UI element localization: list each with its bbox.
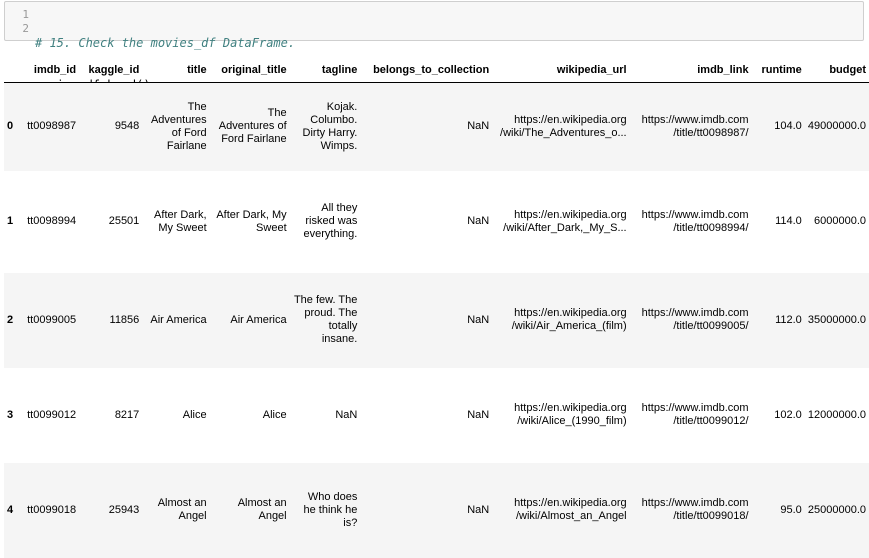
cell-imdb-link: https://www.imdb.com /title/tt0099012/ [641, 402, 749, 427]
row-index: 3 [7, 408, 14, 421]
column-header: wikipedia_url [492, 58, 630, 83]
cell-budget: 49000000.0 [807, 120, 866, 133]
cell-belongs-to-collection: NaN [467, 408, 490, 421]
cell-original-title: Alice [262, 408, 287, 421]
cell-original-title: The Adventures of Ford Fairlane [218, 107, 287, 146]
column-header: kaggle_id [79, 58, 143, 83]
row-index: 4 [7, 503, 14, 516]
column-header: original_title [209, 58, 290, 83]
cell-tagline: The few. The proud. The totally insane. [293, 294, 358, 345]
line-number-gutter: 1 2 [5, 2, 31, 40]
cell-kaggle-id: 25501 [108, 215, 140, 227]
cell-imdb-id: tt0099018 [27, 503, 77, 516]
column-header: runtime [751, 58, 805, 83]
cell-imdb-id: tt0099012 [27, 408, 77, 421]
code-comment-line: # 15. Check the movies_df DataFrame. [35, 36, 296, 50]
cell-title: After Dark, My Sweet [154, 208, 207, 234]
row-index: 0 [7, 120, 14, 133]
cell-original-title: After Dark, My Sweet [216, 208, 287, 234]
cell-wikipedia-url: https://en.wikipedia.org /wiki/The_Adven… [500, 113, 627, 139]
line-number: 2 [22, 22, 29, 35]
row-index: 2 [7, 313, 14, 326]
cell-runtime: 95.0 [780, 503, 802, 516]
cell-kaggle-id: 9548 [114, 120, 140, 133]
cell-title: Air America [150, 313, 207, 326]
cell-budget: 12000000.0 [807, 408, 866, 421]
column-header: budget [804, 58, 869, 83]
cell-wikipedia-url: https://en.wikipedia.org /wiki/Almost_an… [514, 497, 627, 522]
column-header: belongs_to_collection [360, 58, 493, 83]
cell-belongs-to-collection: NaN [467, 120, 490, 133]
table-row: 4 tt0099018 25943 Almost an Angel Almost… [4, 462, 869, 558]
cell-imdb-link: https://www.imdb.com /title/tt0099018/ [641, 497, 749, 522]
row-index: 1 [7, 215, 14, 227]
column-header: imdb_id [22, 58, 80, 83]
code-cell-input[interactable]: 1 2 # 15. Check the movies_df DataFrame.… [4, 1, 864, 92]
cell-imdb-id: tt0098994 [27, 215, 77, 227]
table-row: 3 tt0099012 8217 Alice Alice NaN NaN htt… [4, 368, 869, 463]
cell-wikipedia-url: https://en.wikipedia.org /wiki/Air_Ameri… [511, 307, 627, 332]
column-header: tagline [289, 58, 361, 83]
cell-imdb-id: tt0099005 [27, 313, 77, 326]
cell-runtime: 104.0 [774, 120, 802, 133]
cell-tagline: All they risked was everything. [303, 202, 358, 240]
cell-runtime: 114.0 [775, 215, 802, 227]
cell-original-title: Almost an Angel [237, 497, 287, 522]
cell-kaggle-id: 8217 [114, 408, 140, 421]
cell-original-title: Air America [230, 313, 287, 326]
table-row: 0 tt0098987 9548 The Adventures of Ford … [4, 82, 869, 171]
cell-budget: 6000000.0 [814, 215, 866, 227]
cell-kaggle-id: 11856 [109, 313, 140, 326]
cell-title: Almost an Angel [157, 497, 207, 522]
column-header: imdb_link [629, 58, 752, 83]
dataframe-output-table: imdb_id kaggle_id title original_title t… [4, 58, 869, 558]
cell-belongs-to-collection: NaN [467, 503, 490, 516]
table-row: 2 tt0099005 11856 Air America Air Americ… [4, 272, 869, 368]
cell-title: The Adventures of Ford Fairlane [150, 100, 207, 152]
cell-budget: 25000000.0 [807, 503, 866, 516]
cell-title: Alice [182, 408, 207, 421]
cell-imdb-link: https://www.imdb.com /title/tt0098987/ [641, 113, 749, 139]
cell-budget: 35000000.0 [807, 313, 866, 326]
line-number: 1 [22, 8, 29, 21]
cell-runtime: 102.0 [774, 408, 802, 421]
table-header-row: imdb_id kaggle_id title original_title t… [4, 58, 869, 83]
cell-runtime: 112.0 [775, 313, 802, 326]
cell-belongs-to-collection: NaN [467, 215, 490, 227]
cell-imdb-link: https://www.imdb.com /title/tt0099005/ [641, 307, 749, 332]
column-header: title [142, 58, 210, 83]
cell-wikipedia-url: https://en.wikipedia.org /wiki/Alice_(19… [514, 402, 627, 427]
cell-tagline: NaN [335, 408, 358, 421]
cell-wikipedia-url: https://en.wikipedia.org /wiki/After_Dar… [503, 208, 627, 234]
column-header-index [4, 58, 23, 83]
cell-imdb-link: https://www.imdb.com /title/tt0098994/ [641, 208, 749, 234]
cell-belongs-to-collection: NaN [467, 313, 490, 326]
cell-imdb-id: tt0098987 [27, 120, 77, 133]
table-row: 1 tt0098994 25501 After Dark, My Sweet A… [4, 171, 869, 273]
cell-tagline: Kojak. Columbo. Dirty Harry. Wimps. [302, 100, 358, 152]
cell-kaggle-id: 25943 [108, 503, 140, 516]
cell-tagline: Who does he think he is? [303, 490, 358, 529]
